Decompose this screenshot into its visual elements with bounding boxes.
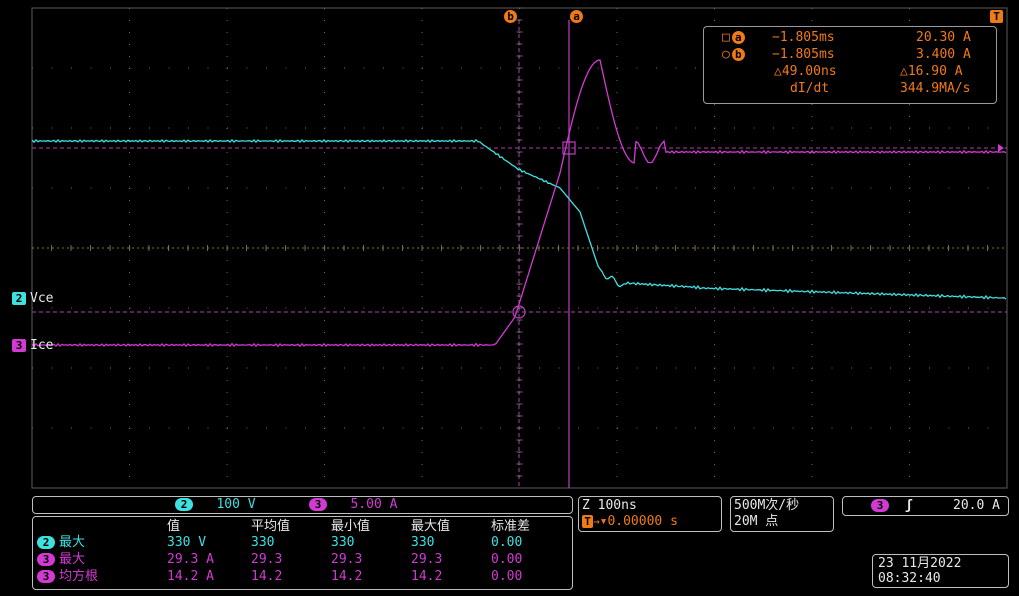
datetime-panel: 23 11月2022 08:32:40: [872, 554, 1009, 588]
time-display: 08:32:40: [878, 571, 941, 586]
timebase-panel[interactable]: Z 100ns T →▾0.00000 s: [578, 496, 722, 532]
meas-cell: 29.3: [251, 552, 283, 567]
meas-cell: 0.00: [491, 552, 523, 567]
cursor-a-tag[interactable]: a: [570, 10, 583, 24]
ch2-scale-value: 100 V: [216, 497, 256, 512]
cursor-readout-panel[interactable]: □ a −1.805ms 20.30 A ○ b −1.805ms 3.400 A …: [703, 26, 997, 104]
cursor-b-tag[interactable]: b: [504, 10, 517, 24]
trigger-level: 20.0 A: [953, 498, 1000, 513]
delta-time: △49.00ns: [774, 64, 837, 79]
meas-cell: 330: [331, 535, 355, 550]
sample-rate: 500M次/秒: [734, 498, 800, 513]
meas-row-label[interactable]: 3 最大: [37, 553, 85, 567]
meas-header: 最小值: [331, 519, 371, 534]
ch2-number: 2: [12, 292, 26, 305]
cursor-b-label: b: [504, 10, 517, 23]
trigger-position-label: T: [990, 10, 1003, 23]
trigger-slope-icon: ʃ: [905, 498, 913, 513]
meas-row-channel: 3: [37, 553, 55, 566]
delta-value: △16.90 A: [900, 64, 963, 79]
offset-value: ▾0.00000 s: [599, 514, 678, 529]
ch2-scale[interactable]: 2 100 V: [175, 498, 256, 512]
oscilloscope-screen: b a T □ a −1.805ms 20.30 A ○ b −1.805ms 3.…: [0, 0, 1019, 596]
record-length: 20M 点: [734, 514, 779, 529]
horizontal-offset: T →▾0.00000 s: [582, 515, 678, 529]
meas-cell: 14.2 A: [167, 569, 214, 584]
meas-header: 值: [167, 519, 181, 534]
ch2-scale-badge: 2: [175, 498, 193, 511]
cursor-b-icon: ○ b: [722, 48, 745, 62]
cursor-a-icon: □ a: [722, 31, 745, 45]
ch2-label[interactable]: 2 Vce: [12, 292, 53, 306]
ch2-name: Vce: [30, 291, 54, 306]
meas-row-type: 最大: [59, 535, 86, 550]
zoom-scale: Z 100ns: [582, 498, 637, 513]
meas-cell: 14.2: [411, 569, 443, 584]
meas-row-type: 最大: [59, 552, 86, 567]
trigger-offset-icon: T: [582, 515, 593, 528]
meas-cell: 14.2: [331, 569, 363, 584]
meas-cell: 330: [411, 535, 435, 550]
meas-row-label[interactable]: 3 均方根: [37, 570, 98, 584]
cursor-a-time: −1.805ms: [772, 30, 835, 45]
meas-cell: 29.3 A: [167, 552, 214, 567]
date-display: 23 11月2022: [878, 556, 962, 571]
meas-row-channel: 2: [37, 536, 55, 549]
acquisition-panel[interactable]: 500M次/秒 20M 点: [730, 496, 834, 532]
ch3-name: Ice: [30, 338, 54, 353]
cursor-a-value: 20.30 A: [916, 30, 971, 45]
meas-cell: 29.3: [411, 552, 443, 567]
measurements-panel[interactable]: 值 平均值 最小值 最大值 标准差 2 最大 330 V 330 330 330 0.00 3 最大 29…: [32, 516, 573, 590]
cursor-b-time: −1.805ms: [772, 47, 835, 62]
didt-label: dI/dt: [790, 81, 830, 96]
meas-cell: 0.00: [491, 569, 523, 584]
cursor-b-value: 3.400 A: [916, 47, 971, 62]
didt-value: 344.9MA/s: [900, 81, 971, 96]
meas-row-label[interactable]: 2 最大: [37, 536, 85, 550]
channel-scale-bar[interactable]: 2 100 V 3 5.00 A: [32, 496, 573, 514]
ch3-number: 3: [12, 339, 26, 352]
meas-cell: 29.3: [331, 552, 363, 567]
trigger-panel[interactable]: 3 ʃ 20.0 A: [842, 496, 1009, 516]
meas-cell: 330 V: [167, 535, 207, 550]
ch3-scale-value: 5.00 A: [350, 497, 398, 512]
meas-header: 标准差: [491, 519, 531, 534]
trigger-source-badge: 3: [871, 499, 889, 512]
ch3-label[interactable]: 3 Ice: [12, 339, 53, 353]
ch3-scale-badge: 3: [309, 498, 327, 511]
trigger-position-tag[interactable]: T: [990, 10, 1003, 24]
meas-row-type: 均方根: [59, 569, 99, 584]
meas-header: 平均值: [251, 519, 291, 534]
meas-row-channel: 3: [37, 570, 55, 583]
meas-cell: 14.2: [251, 569, 283, 584]
trigger-source: 3: [871, 499, 889, 513]
meas-header: 最大值: [411, 519, 451, 534]
meas-cell: 0.00: [491, 535, 523, 550]
ch3-scale[interactable]: 3 5.00 A: [309, 498, 397, 512]
meas-cell: 330: [251, 535, 275, 550]
cursor-a-label: a: [570, 10, 583, 23]
